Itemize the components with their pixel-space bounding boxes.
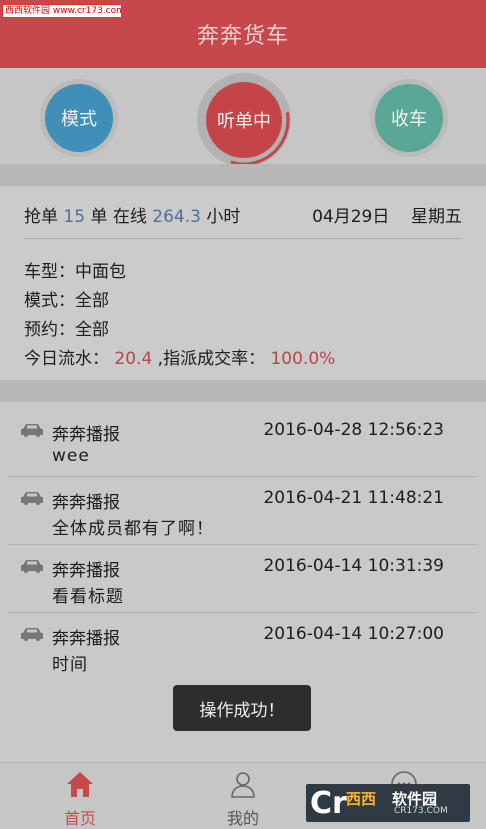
date-display: 04月29日 星期五 — [312, 202, 462, 227]
broadcast-title: 奔奔播报 — [52, 629, 120, 649]
logo-c: Cr — [310, 786, 347, 821]
watermark-label: 西西软件园 www.cr173.com — [2, 4, 122, 18]
broadcast-item[interactable]: 奔奔播报 2016-04-14 10:31:39 看看标题 — [0, 538, 486, 607]
online-unit: 小时 — [206, 207, 241, 227]
mode-button[interactable]: 模式 — [45, 84, 113, 152]
car-icon — [21, 628, 43, 641]
booking-value: 全部 — [75, 320, 109, 340]
broadcast-time: 2016-04-21 11:48:21 — [263, 488, 444, 508]
listening-button[interactable]: 听单中 — [206, 82, 282, 158]
broadcast-time: 2016-04-14 10:31:39 — [263, 556, 444, 576]
broadcast-message: 全体成员都有了啊！ — [52, 519, 214, 539]
logo-domain: CR173.COM — [394, 806, 448, 816]
broadcast-time: 2016-04-28 12:56:23 — [263, 420, 444, 440]
broadcast-message: 时间 — [52, 655, 88, 675]
broadcast-item[interactable]: 奔奔播报 2016-04-28 12:56:23 wee — [0, 402, 486, 470]
close-shift-button[interactable]: 收车 — [375, 84, 443, 152]
broadcast-time: 2016-04-14 10:27:00 — [263, 624, 444, 644]
broadcast-title: 奔奔播报 — [52, 493, 120, 513]
broadcast-title: 奔奔播报 — [52, 561, 120, 581]
logo-xixi: 西西 — [346, 790, 377, 808]
toast-message: 操作成功！ — [173, 685, 311, 731]
date-value: 04月29日 — [312, 207, 390, 227]
car-icon — [21, 560, 43, 573]
booking-line: 预约：全部 — [24, 315, 109, 340]
grab-unit: 单 — [90, 207, 108, 227]
user-icon — [231, 772, 255, 798]
home-icon — [67, 772, 93, 797]
rate-value: 100.0% — [270, 349, 336, 369]
order-stats: 抢单 15 单 在线 264.3 小时 — [24, 202, 240, 227]
grab-label: 抢单 — [24, 207, 58, 227]
tab-mine[interactable]: 我的 — [193, 763, 293, 829]
tab-home[interactable]: 首页 — [30, 763, 130, 829]
broadcast-message: wee — [52, 446, 90, 466]
page-title: 奔奔货车 — [196, 24, 289, 49]
rate-label: ,指派成交率： — [157, 349, 266, 369]
tab-home-label: 首页 — [63, 809, 96, 828]
broadcast-item[interactable]: 奔奔播报 2016-04-21 11:48:21 全体成员都有了啊！ — [0, 470, 486, 539]
broadcast-message: 看看标题 — [52, 587, 124, 607]
section-gap — [0, 380, 486, 402]
online-label: 在线 — [112, 207, 147, 227]
weekday-value: 星期五 — [411, 207, 462, 227]
divider — [24, 238, 462, 239]
car-icon — [21, 492, 43, 505]
vehicle-type-label: 车型： — [24, 262, 75, 282]
mode-value: 全部 — [75, 291, 109, 311]
tab-mine-label: 我的 — [226, 809, 259, 828]
broadcast-title: 奔奔播报 — [52, 425, 120, 445]
car-icon — [21, 424, 43, 437]
vehicle-type-line: 车型：中面包 — [24, 257, 126, 282]
flow-value: 20.4 — [114, 349, 153, 369]
online-hours: 264.3 — [152, 207, 201, 227]
vehicle-type-value: 中面包 — [75, 262, 126, 282]
booking-label: 预约： — [24, 320, 75, 340]
watermark-logo: Cr 西西 软件园 CR173.COM — [306, 784, 470, 822]
flow-label: 今日流水： — [24, 349, 109, 369]
mode-line: 模式：全部 — [24, 286, 109, 311]
mode-label: 模式： — [24, 291, 75, 311]
flow-line: 今日流水： 20.4 ,指派成交率： 100.0% — [24, 344, 335, 369]
grab-count: 15 — [63, 207, 86, 227]
broadcast-item[interactable]: 奔奔播报 2016-04-14 10:27:00 时间 — [0, 606, 486, 675]
section-gap — [0, 164, 486, 186]
